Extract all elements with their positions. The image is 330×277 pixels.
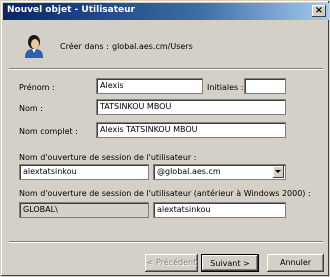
domain-select[interactable]: @global.aes.cm (153, 164, 286, 180)
pre2000-logon-label: Nom d'ouverture de session de l'utilisat… (19, 189, 311, 198)
last-name-field[interactable]: TATSINKOU MBOU (96, 99, 286, 115)
separator-top (9, 68, 323, 70)
next-button[interactable]: Suivant > (201, 254, 259, 272)
separator-bottom (9, 241, 323, 243)
domain-select-value: @global.aes.cm (157, 167, 221, 176)
logon-name-label: Nom d'ouverture de session de l'utilisat… (19, 153, 197, 162)
initials-label: Initiales : (207, 83, 244, 92)
created-in-label: Créer dans : (60, 42, 109, 51)
user-icon (25, 35, 43, 58)
full-name-label: Nom complet : (19, 127, 78, 136)
initials-field[interactable] (244, 78, 286, 94)
last-name-label: Nom : (19, 104, 43, 113)
close-button[interactable]: × (312, 5, 326, 17)
pre2000-domain-field: GLOBAL\ (19, 202, 149, 218)
new-user-dialog: Nouvel objet - Utilisateur × Créer dans … (0, 0, 330, 277)
pre2000-logon-field[interactable]: alextatsinkou (153, 202, 286, 218)
created-in-value: global.aes.cm/Users (112, 42, 193, 51)
title-bar: Nouvel objet - Utilisateur × (3, 3, 329, 20)
window-title: Nouvel objet - Utilisateur (7, 5, 135, 15)
first-name-field[interactable]: Alexis (96, 78, 203, 94)
previous-button[interactable]: < Précédent (145, 254, 198, 272)
cancel-button[interactable]: Annuler (267, 254, 324, 272)
full-name-field[interactable]: Alexis TATSINKOU MBOU (96, 122, 286, 138)
logon-name-field[interactable]: alextatsinkou (19, 164, 149, 180)
chevron-down-icon[interactable] (273, 166, 284, 178)
first-name-label: Prénom : (19, 83, 55, 92)
